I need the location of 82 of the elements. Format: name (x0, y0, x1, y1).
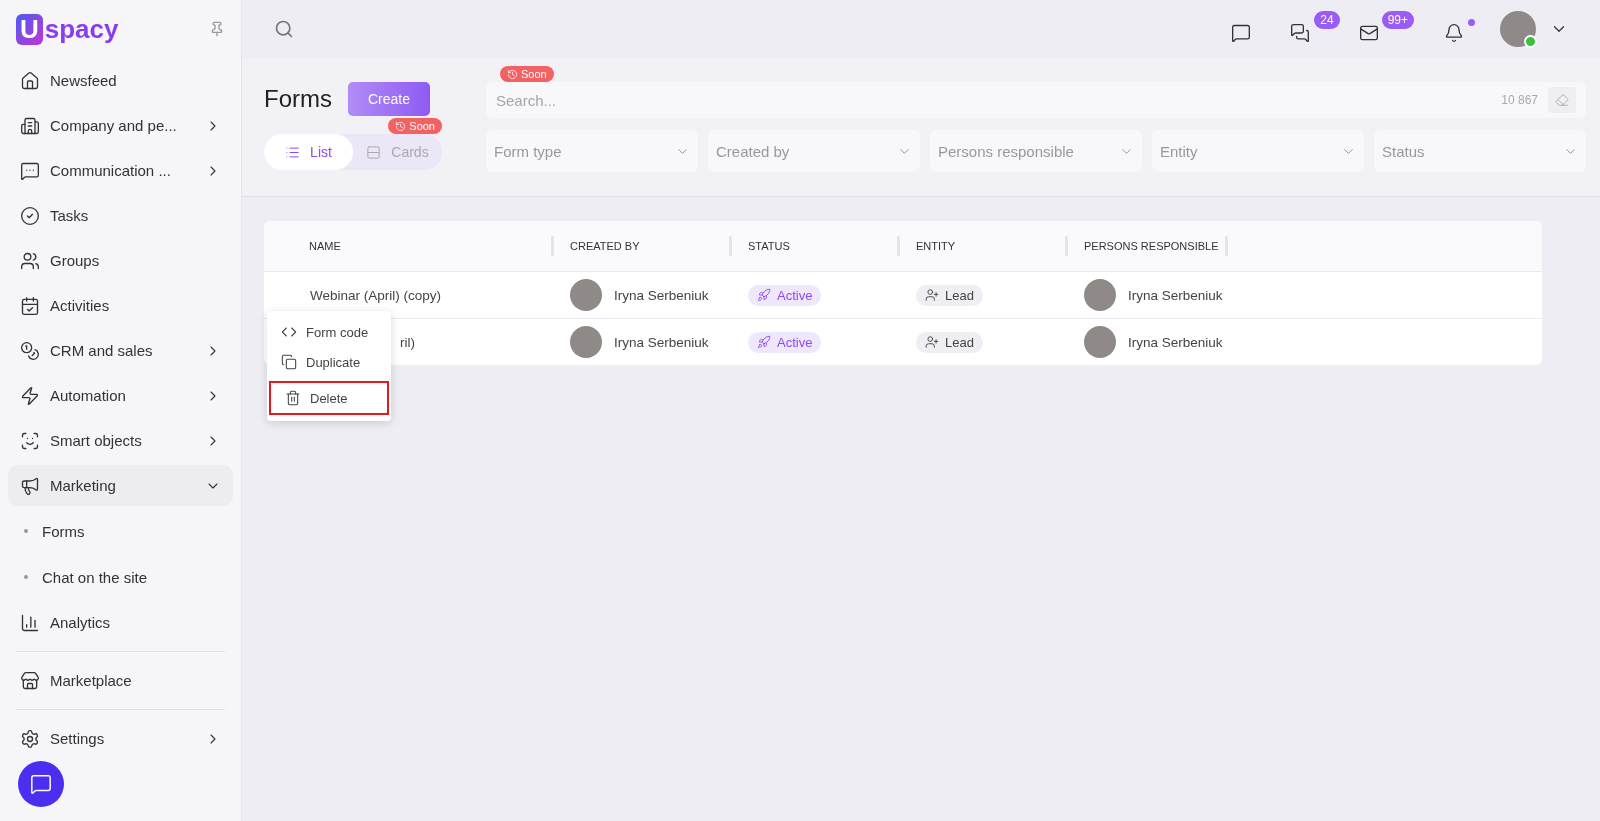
sidebar-subitem[interactable]: Chat on the site (8, 556, 233, 598)
scan-icon (20, 430, 40, 451)
mail-icon (1358, 23, 1379, 43)
store-icon (20, 670, 40, 691)
list-icon (285, 144, 301, 160)
column-header[interactable]: CREATED BY (554, 236, 732, 256)
column-header[interactable]: STATUS (732, 236, 900, 256)
logo[interactable]: U spacy (16, 13, 119, 45)
bar-chart-icon (20, 612, 40, 633)
table-cell: Iryna Serbeniuk (1128, 334, 1223, 350)
house-icon (20, 70, 40, 91)
avatar (1084, 326, 1116, 358)
lightning-icon (20, 385, 40, 406)
column-header[interactable]: PERSONS RESPONSIBLE (1068, 236, 1228, 256)
calendar-icon (20, 295, 40, 316)
status-tag: Active (748, 284, 822, 306)
table-cell: Iryna Serbeniuk (614, 334, 709, 350)
sidebar-item[interactable]: Communication ... (8, 150, 233, 191)
sidebar-subitem[interactable]: Forms (8, 510, 233, 552)
status-tag: Active (748, 331, 822, 353)
megaphone-icon (20, 475, 40, 496)
column-header[interactable]: NAME (264, 236, 554, 256)
count-badge: 99+ (1381, 11, 1414, 29)
sidebar-item[interactable]: Groups (8, 240, 233, 281)
table-cell[interactable]: ril) (400, 334, 415, 350)
sidebar-item[interactable]: Marketing (8, 465, 233, 506)
avatar (570, 326, 602, 358)
search-input[interactable]: Search... (494, 90, 1492, 110)
table-cell: Iryna Serbeniuk (614, 287, 709, 303)
rows-icon (366, 144, 382, 160)
sidebar-item[interactable]: Newsfeed (8, 60, 233, 101)
view-tab[interactable]: List (264, 134, 353, 170)
soon-badge: Soon (388, 118, 442, 134)
sidebar-item[interactable]: Analytics (8, 602, 233, 643)
avatar (570, 279, 602, 311)
copy-icon (281, 354, 297, 370)
chat-launcher-button[interactable] (18, 761, 64, 807)
rocket-icon (757, 288, 771, 302)
entity-tag: Lead (916, 331, 983, 353)
history-icon (395, 120, 407, 132)
sidebar-item[interactable]: Settings (8, 718, 233, 759)
sidebar-item[interactable]: Automation (8, 375, 233, 416)
bell-icon (1443, 23, 1464, 43)
check-circle-icon (20, 205, 40, 226)
menu-item[interactable]: Form code (267, 317, 391, 347)
sidebar-item[interactable]: Activities (8, 285, 233, 326)
user-plus-icon (925, 335, 939, 349)
trash-icon (285, 390, 301, 406)
user-plus-icon (925, 288, 939, 302)
sidebar-item[interactable]: Marketplace (8, 660, 233, 701)
chat-bubble-icon (1231, 23, 1251, 43)
result-count: 10 867 (1501, 93, 1538, 107)
history-icon (507, 68, 518, 80)
user-avatar[interactable] (1500, 11, 1536, 47)
users-icon (20, 250, 40, 271)
settings-icon (20, 728, 40, 749)
menu-item[interactable]: Duplicate (267, 347, 391, 377)
pin-icon[interactable] (209, 21, 225, 37)
code-icon (281, 324, 297, 340)
avatar (1084, 279, 1116, 311)
table-cell[interactable]: Webinar (April) (copy) (310, 287, 442, 303)
table-cell: Iryna Serbeniuk (1128, 287, 1223, 303)
column-header[interactable]: ENTITY (900, 236, 1068, 256)
bullet-icon (24, 529, 28, 533)
soon-badge: Soon (500, 66, 554, 82)
messages-icon (1290, 23, 1311, 43)
rocket-icon (757, 335, 771, 349)
search-icon[interactable] (274, 19, 294, 39)
entity-tag: Lead (916, 284, 983, 306)
count-badge: 24 (1314, 11, 1340, 29)
sidebar-item[interactable]: Smart objects (8, 420, 233, 461)
eraser-icon (1555, 93, 1569, 107)
chat-bubble-icon (30, 773, 52, 795)
chat-bubble-icon (20, 160, 40, 181)
bullet-icon (24, 575, 28, 579)
sidebar-item[interactable]: CRM and sales (8, 330, 233, 371)
sidebar-item[interactable]: Tasks (8, 195, 233, 236)
coins-icon (20, 340, 40, 361)
building-icon (20, 115, 40, 136)
page-title: Forms (264, 85, 332, 113)
menu-item[interactable]: Delete (269, 381, 389, 415)
sidebar-item[interactable]: Company and pe... (8, 105, 233, 146)
